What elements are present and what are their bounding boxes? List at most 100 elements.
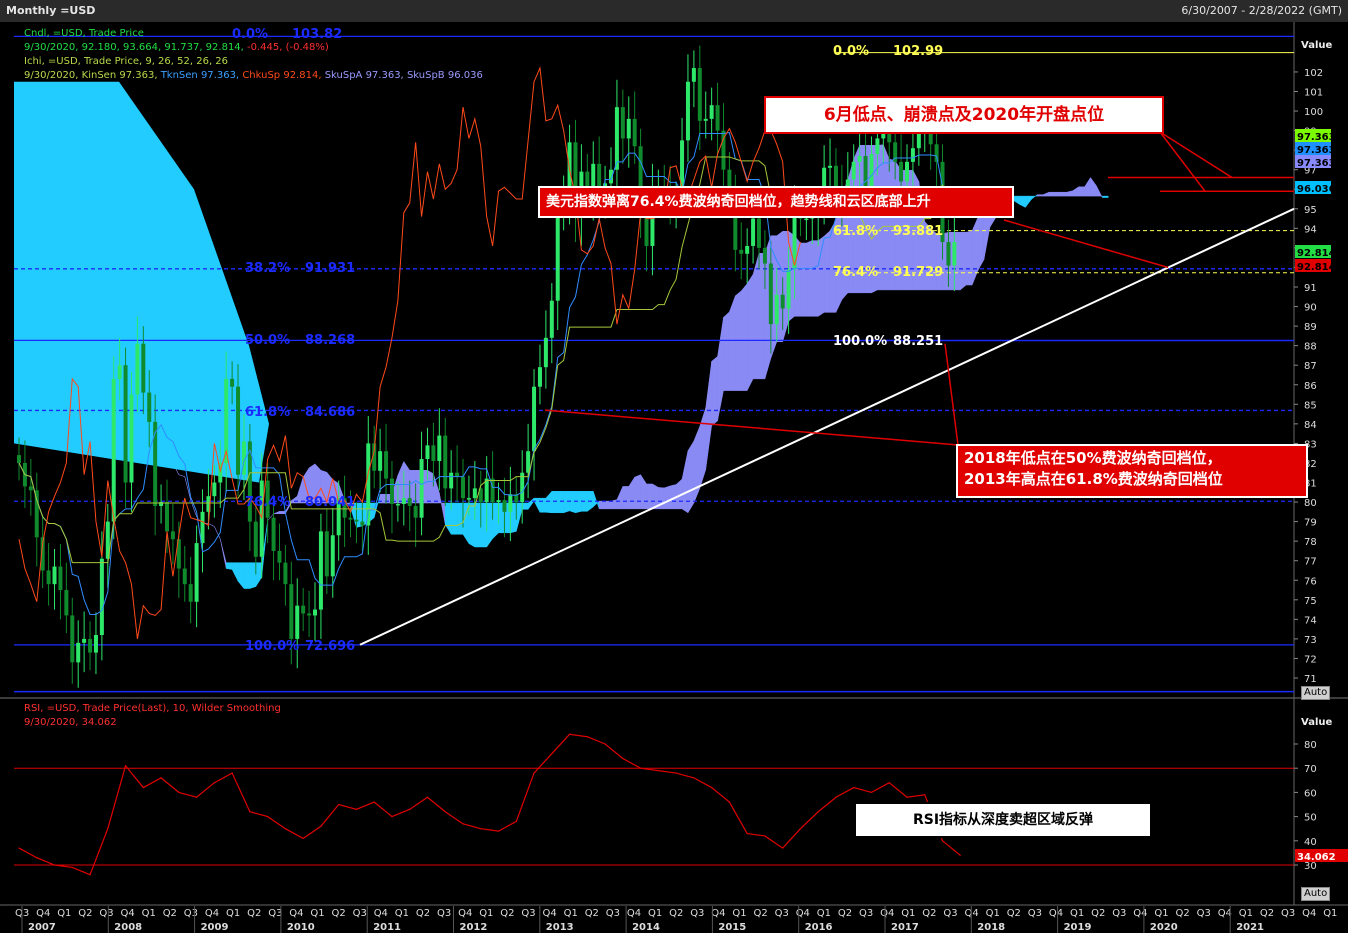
ichimoku-cloud-segment (409, 470, 416, 504)
price-auto-scale-button[interactable]: Auto (1301, 686, 1331, 700)
ichimoku-cloud-segment (279, 511, 286, 515)
price-tick-label: 86 (1304, 381, 1317, 392)
time-year-label: 2011 (373, 922, 401, 933)
time-quarter-label: Q1 (732, 908, 746, 919)
candle-body (123, 365, 128, 483)
rsi-point (320, 825, 322, 827)
rsi-point (18, 847, 20, 849)
callout-rsi-rebound: RSI指标从深度卖超区域反弹 (854, 802, 1152, 838)
fib-left-pct-label: 76.4% (245, 495, 290, 510)
time-quarter-label: Q1 (479, 908, 493, 919)
fib-right-pct-label: 76.4% (833, 265, 878, 280)
candle-body (549, 300, 554, 338)
candle-body (141, 343, 146, 393)
candle-body (153, 421, 158, 506)
candle-body (88, 638, 93, 653)
ichimoku-cloud-segment (604, 500, 612, 510)
rsi-tick-label: 50 (1304, 813, 1317, 824)
time-year-label: 2021 (1236, 922, 1264, 933)
candle-body (431, 445, 436, 461)
rsi-point (497, 830, 500, 832)
rsi-point (249, 811, 251, 813)
rsi-point (267, 816, 269, 818)
ichimoku-cloud-segment (646, 483, 653, 510)
time-year-label: 2019 (1064, 922, 1092, 933)
rsi-point (480, 828, 482, 830)
price-tick-label: 76 (1304, 576, 1317, 587)
fib-left-value-label: 91.931 (305, 261, 355, 276)
candle-body (182, 568, 187, 585)
candle-body (703, 118, 708, 121)
candle-body (170, 531, 175, 540)
time-quarter-label: Q4 (205, 908, 219, 919)
price-tick-label: 89 (1304, 322, 1317, 333)
candle-body (715, 105, 720, 131)
time-quarter-label: Q4 (627, 908, 641, 919)
price-tag-label: 97.363 (1297, 158, 1336, 169)
ichimoku-cloud-segment (687, 440, 695, 514)
ichimoku-cloud-segment (746, 273, 754, 391)
candle-body (757, 218, 761, 248)
candle-body (330, 535, 335, 577)
ichimoku-cloud-segment (480, 502, 487, 548)
candle-body (253, 521, 258, 557)
fib-right-value-label: 102.99 (893, 44, 943, 59)
candle-body (762, 247, 767, 264)
time-quarter-label: Q2 (922, 908, 936, 919)
time-year-label: 2020 (1150, 922, 1178, 933)
time-quarter-label: Q3 (1112, 908, 1126, 919)
rsi-point (533, 772, 535, 774)
rsi-auto-scale-button[interactable]: Auto (1301, 887, 1331, 901)
time-quarter-label: Q2 (247, 908, 261, 919)
candle-body (620, 107, 625, 139)
rsi-point (355, 808, 358, 810)
rsi-point (196, 796, 198, 798)
rsi-point (231, 772, 233, 774)
candle-body (64, 590, 69, 616)
ichimoku-cloud-segment (1102, 195, 1109, 198)
candle-body (768, 263, 773, 325)
price-tag-label: 92.814 (1297, 248, 1336, 259)
rsi-point (426, 796, 429, 798)
price-tag-label: 92.814 (1297, 262, 1336, 273)
price-tick-label: 78 (1304, 537, 1317, 548)
legend-chkusp: ChkuSp 92.814, (242, 70, 322, 81)
ichimoku-cloud-segment (456, 502, 464, 535)
price-tick-label: 100 (1304, 107, 1323, 118)
time-quarter-label: Q4 (374, 908, 388, 919)
time-quarter-label: Q2 (78, 908, 92, 919)
time-quarter-label: Q2 (669, 908, 683, 919)
time-year-label: 2014 (632, 922, 660, 933)
time-year-label: 2013 (546, 922, 574, 933)
candle-body (537, 367, 542, 387)
time-quarter-label: Q2 (163, 908, 177, 919)
candle-body (389, 478, 394, 505)
candle-body (360, 521, 365, 526)
candle-body (774, 294, 779, 325)
candle-body (472, 488, 477, 499)
time-quarter-label: Q1 (986, 908, 1000, 919)
ichimoku-cloud-segment (243, 562, 251, 589)
candle-body (354, 519, 359, 522)
time-year-label: 2017 (891, 922, 919, 933)
candle-body (295, 605, 300, 639)
rsi-point (746, 832, 748, 835)
candle-body (313, 609, 317, 616)
time-year-label: 2016 (805, 922, 833, 933)
time-quarter-label: Q1 (817, 908, 831, 919)
ichimoku-cloud-segment (492, 502, 499, 540)
ichimoku-cloud-segment (729, 295, 736, 391)
ichimoku-cloud-segment (539, 497, 547, 513)
candle-body (395, 504, 400, 506)
ichimoku-cloud-segment (598, 500, 606, 510)
rsi-point (284, 828, 286, 830)
candle-body (147, 392, 152, 422)
time-quarter-label: Q4 (1049, 908, 1063, 919)
candle-body (614, 107, 619, 170)
candle-body (875, 138, 880, 155)
time-quarter-label: Q2 (1091, 908, 1105, 919)
legend-kinsen: KinSen 97.363, (81, 70, 158, 81)
rsi-tag-label: 34.062 (1297, 852, 1336, 863)
rsi-point (657, 770, 659, 772)
price-tick-label: 102 (1304, 68, 1323, 79)
